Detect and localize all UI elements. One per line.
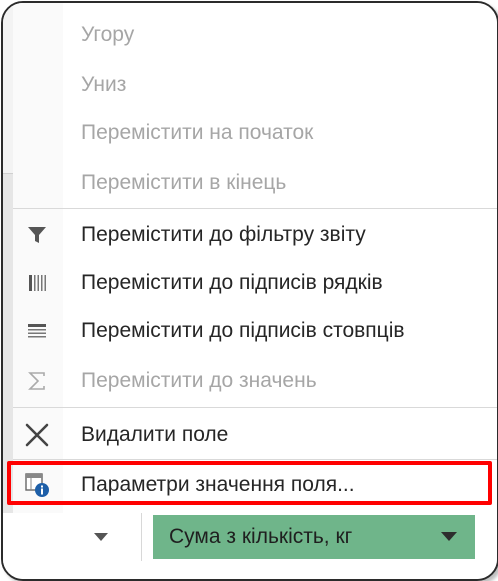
menu-item-label: Перемістити на початок [81, 121, 314, 144]
menu-item-label: Перемістити в кінець [81, 171, 287, 194]
gutter-cell [3, 3, 13, 124]
delete-x-icon [23, 421, 51, 449]
filter-icon [23, 221, 51, 249]
menu-item-label: Перемістити до фільтру звіту [81, 223, 366, 246]
menu-item-move-to-row-labels[interactable]: Перемістити до підписів рядків [13, 259, 497, 307]
menu-item-label: Перемістити до підписів рядків [81, 271, 383, 294]
menu-item-label: Перемістити до значень [81, 369, 317, 392]
menu-item-label: Перемістити до підписів стовпців [81, 319, 405, 342]
menu-item-move-to-end[interactable]: Перемістити в кінець [13, 159, 497, 207]
menu-item-move-up[interactable]: Угору [13, 11, 497, 59]
menu-item-move-to-report-filter[interactable]: Перемістити до фільтру звіту [13, 211, 497, 259]
menu-item-move-down[interactable]: Униз [13, 61, 497, 109]
field-dropdown-button[interactable] [61, 513, 142, 561]
menu-separator [13, 459, 497, 460]
value-field-label: Сума з кількість, кг [169, 525, 353, 548]
menu-item-label: Униз [81, 73, 127, 96]
menu-separator [13, 208, 497, 209]
value-field-chip[interactable]: Сума з кількість, кг [153, 515, 475, 559]
chevron-down-icon[interactable] [441, 532, 457, 541]
context-menu: Угору Униз Перемістити на початок Перемі… [13, 3, 497, 513]
pivot-field-area: Сума з кількість, кг [3, 513, 497, 579]
highlight-box [7, 461, 492, 505]
column-labels-icon [23, 317, 51, 345]
menu-separator [13, 407, 497, 408]
menu-item-remove-field[interactable]: Видалити поле [13, 411, 497, 459]
menu-item-move-to-column-labels[interactable]: Перемістити до підписів стовпців [13, 307, 497, 355]
row-labels-icon [23, 269, 51, 297]
gutter-cell [3, 123, 13, 174]
sigma-icon [23, 367, 51, 395]
menu-item-move-to-values[interactable]: Перемістити до значень [13, 357, 497, 405]
screenshot-frame: Угору Униз Перемістити на початок Перемі… [1, 1, 498, 581]
menu-item-label: Видалити поле [81, 423, 229, 446]
menu-item-move-to-beginning[interactable]: Перемістити на початок [13, 109, 497, 157]
chevron-down-icon [94, 533, 108, 541]
menu-item-label: Угору [81, 23, 135, 46]
